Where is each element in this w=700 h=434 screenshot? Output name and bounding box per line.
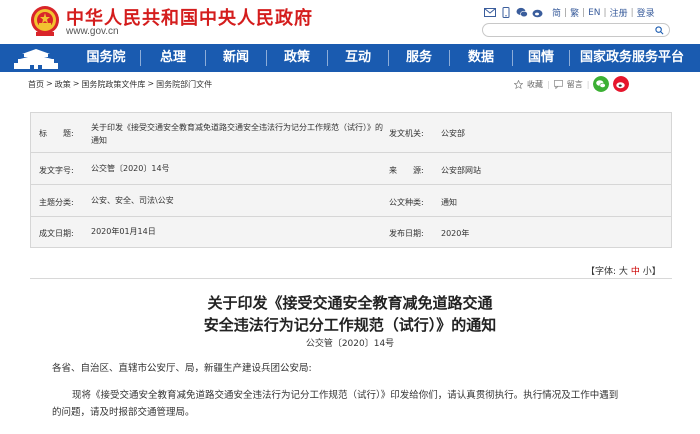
date-value: 2020年01月14日 <box>91 227 156 236</box>
link-traditional[interactable]: 繁 <box>570 6 579 19</box>
topic-label: 主题分类: <box>39 198 74 207</box>
nav-item-premier[interactable]: 总理 <box>141 44 205 72</box>
source-label: 来 源: <box>389 166 424 175</box>
breadcrumb-policy-library[interactable]: 国务院政策文件库 <box>81 79 145 90</box>
breadcrumb-separator: > <box>46 79 53 88</box>
metadata-row: 主题分类: 公安、安全、司法\公安 公文种类: 通知 <box>31 185 671 217</box>
national-emblem-icon[interactable] <box>30 4 60 38</box>
metadata-row: 发文字号: 公交管〔2020〕14号 来 源: 公安部网站 <box>31 153 671 185</box>
tiananmen-icon <box>14 49 58 69</box>
weibo-icon[interactable] <box>532 7 544 18</box>
issuer-label: 发文机关: <box>389 129 424 138</box>
weibo-share-icon[interactable] <box>613 76 630 92</box>
nav-item-policy[interactable]: 政策 <box>267 44 327 72</box>
document-metadata-table: 标 题: 关于印发《接受交通安全教育减免道路交通安全违法行为记分工作规范（试行）… <box>30 112 672 248</box>
separator: | <box>630 7 634 18</box>
link-login[interactable]: 登录 <box>637 6 655 19</box>
nav-item-data[interactable]: 数据 <box>450 44 512 72</box>
separator: | <box>547 79 550 89</box>
source-value: 公安部网站 <box>441 166 481 175</box>
mail-icon[interactable] <box>484 7 496 18</box>
doctype-value: 通知 <box>441 198 457 207</box>
docno-label: 发文字号: <box>39 166 74 175</box>
document-number: 公交管〔2020〕14号 <box>305 339 395 349</box>
breadcrumb-separator: > <box>147 79 155 88</box>
search-box <box>482 23 670 43</box>
title-value: 关于印发《接受交通安全教育减免道路交通安全违法行为记分工作规范（试行）》的通知 <box>91 123 383 145</box>
breadcrumb-bar: 首页 > 政策 > 国务院政策文件库 > 国务院部门文件 收藏 | 留言 | <box>0 72 700 96</box>
link-english[interactable]: EN <box>588 8 600 18</box>
link-simplified[interactable]: 简 <box>552 6 561 19</box>
font-size-prefix: 【字体: <box>586 267 617 277</box>
breadcrumb-home[interactable]: 首页 <box>28 79 44 90</box>
search-input[interactable] <box>489 30 657 43</box>
top-tools: 简 | 繁 | EN | 注册 | 登录 <box>484 6 655 19</box>
language-links: 简 | 繁 | EN | 注册 | 登录 <box>552 6 655 20</box>
document-title-line1: 关于印发《接受交通安全教育减免道路交通 <box>207 294 493 312</box>
wechat-icon[interactable] <box>516 7 528 18</box>
body-paragraph-line1: 现将《接受交通安全教育减免道路交通安全违法行为记分工作规范（试行）》印发给你们，… <box>72 390 619 401</box>
nav-item-service-platform[interactable]: 国家政务服务平台 <box>570 44 694 72</box>
breadcrumb-department-docs[interactable]: 国务院部门文件 <box>156 79 212 90</box>
font-size-medium[interactable]: 中 <box>631 267 640 277</box>
pubdate-label: 发布日期: <box>389 229 424 238</box>
breadcrumb: 首页 > 政策 > 国务院政策文件库 > 国务院部门文件 <box>28 79 212 90</box>
topic-value: 公安、安全、司法\公安 <box>91 196 174 205</box>
nav-item-state-council[interactable]: 国务院 <box>72 44 140 72</box>
salutation: 各省、自治区、直辖市公安厅、局，新疆生产建设兵团公安局: <box>52 363 312 374</box>
separator: | <box>582 7 586 18</box>
metadata-row: 标 题: 关于印发《接受交通安全教育减免道路交通安全违法行为记分工作规范（试行）… <box>31 113 671 153</box>
collect-button[interactable]: 收藏 <box>527 79 543 90</box>
tiananmen-logo[interactable] <box>0 44 72 72</box>
separator: | <box>586 79 590 89</box>
link-register[interactable]: 注册 <box>610 6 628 19</box>
metadata-row: 成文日期: 2020年01月14日 发布日期: 2020年 <box>31 217 671 247</box>
separator: | <box>603 7 607 18</box>
font-size-large[interactable]: 大 <box>619 267 628 277</box>
search-icon[interactable] <box>655 26 664 35</box>
content-divider <box>30 278 672 279</box>
body-paragraph-line2: 的问题，请及时报部交通管理局。 <box>52 407 195 418</box>
nav-item-national-info[interactable]: 国情 <box>513 44 569 72</box>
separator: | <box>564 7 568 18</box>
docno-value: 公交管〔2020〕14号 <box>91 164 170 173</box>
star-icon[interactable] <box>514 79 523 89</box>
breadcrumb-policy[interactable]: 政策 <box>55 79 71 90</box>
site-header: 中华人民共和国中央人民政府 www.gov.cn 简 | 繁 | EN | 注册… <box>0 0 700 44</box>
pubdate-value: 2020年 <box>441 229 470 238</box>
mobile-icon[interactable] <box>500 7 512 18</box>
nav-item-news[interactable]: 新闻 <box>206 44 266 72</box>
nav-item-interaction[interactable]: 互动 <box>328 44 388 72</box>
main-nav: 国务院 总理 新闻 政策 互动 服务 数据 国情 国家政务服务平台 <box>0 44 700 72</box>
comment-icon[interactable] <box>553 79 563 89</box>
title-label: 标 题: <box>39 129 74 138</box>
date-label: 成文日期: <box>39 229 74 238</box>
comment-button[interactable]: 留言 <box>567 79 583 90</box>
share-tools: 收藏 | 留言 | <box>514 76 630 92</box>
font-size-small[interactable]: 小 <box>643 267 652 277</box>
site-url: www.gov.cn <box>66 26 119 37</box>
document-title-line2: 安全违法行为记分工作规范（试行）》的通知 <box>203 316 497 334</box>
issuer-value: 公安部 <box>441 129 465 138</box>
wechat-share-icon[interactable] <box>593 76 610 92</box>
font-size-selector: 【字体: 大 中 小】 <box>586 264 661 277</box>
breadcrumb-separator: > <box>72 79 80 88</box>
font-size-suffix: 】 <box>651 267 661 277</box>
doctype-label: 公文种类: <box>389 198 424 207</box>
nav-item-service[interactable]: 服务 <box>389 44 449 72</box>
